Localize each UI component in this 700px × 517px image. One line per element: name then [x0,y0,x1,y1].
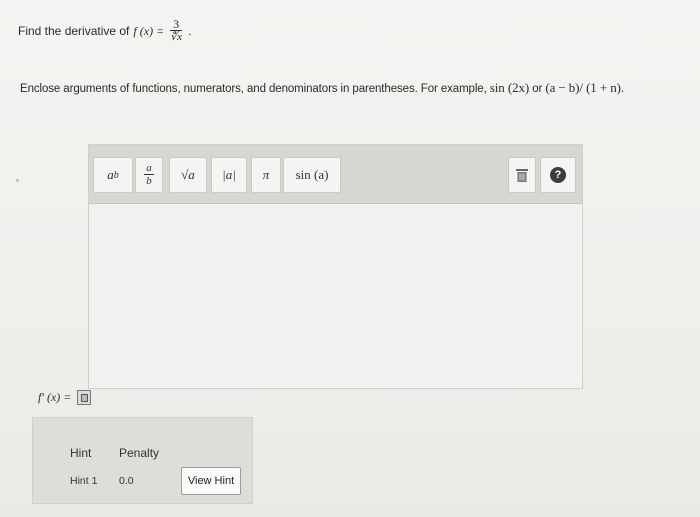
fraction-button-num: a [146,162,152,174]
sin-button[interactable]: sin (a) [283,157,341,193]
instructions-or: or [532,83,543,95]
fraction-denominator: ∜x [170,31,183,43]
math-toolbar: ab a b √a |a| π sin (a) ? [89,145,582,204]
fraction-numerator: 3 [173,17,180,31]
question-prompt: Find the derivative of f (x) = 3 ∜x . [18,18,191,44]
answer-placeholder-icon[interactable] [77,390,92,405]
help-button[interactable]: ? [540,157,576,193]
answer-row: f′ (x) = [38,390,92,405]
trash-button[interactable] [508,157,536,193]
abs-button[interactable]: |a| [211,157,247,193]
fraction-button[interactable]: a b [135,157,163,193]
help-icon: ? [550,167,566,183]
sqrt-label: √a [181,167,195,182]
pi-button[interactable]: π [251,157,281,193]
math-editor: ab a b √a |a| π sin (a) ? [88,144,583,389]
math-input-area[interactable] [89,204,582,388]
sin-label: sin (a) [295,167,329,182]
instructions-example-1: sin (2x) [489,80,530,95]
question-function: f (x) = [133,23,165,38]
hint-header: Hint [70,446,92,460]
fraction-button-den: b [146,175,152,187]
pi-label: π [262,167,270,182]
answer-label: f′ (x) = [38,390,72,404]
power-button[interactable]: ab [93,157,133,193]
abs-label: |a| [222,167,236,182]
power-exponent: b [113,169,119,181]
instructions-text: Enclose arguments of functions, numerato… [20,80,624,96]
question-prefix: Find the derivative of [18,24,130,38]
hint-row-penalty: 0.0 [119,475,134,487]
stray-dot [16,179,19,182]
instructions-body: Enclose arguments of functions, numerato… [20,83,487,95]
penalty-header: Penalty [119,446,160,460]
instructions-example-2: (a − b)/ (1 + n). [545,80,625,95]
question-suffix: . [188,24,192,38]
view-hint-button[interactable]: View Hint [181,467,241,495]
question-fraction: 3 ∜x [170,17,183,44]
trash-icon [516,168,528,182]
hint-row-label: Hint 1 [70,475,98,487]
sqrt-button[interactable]: √a [169,157,207,193]
